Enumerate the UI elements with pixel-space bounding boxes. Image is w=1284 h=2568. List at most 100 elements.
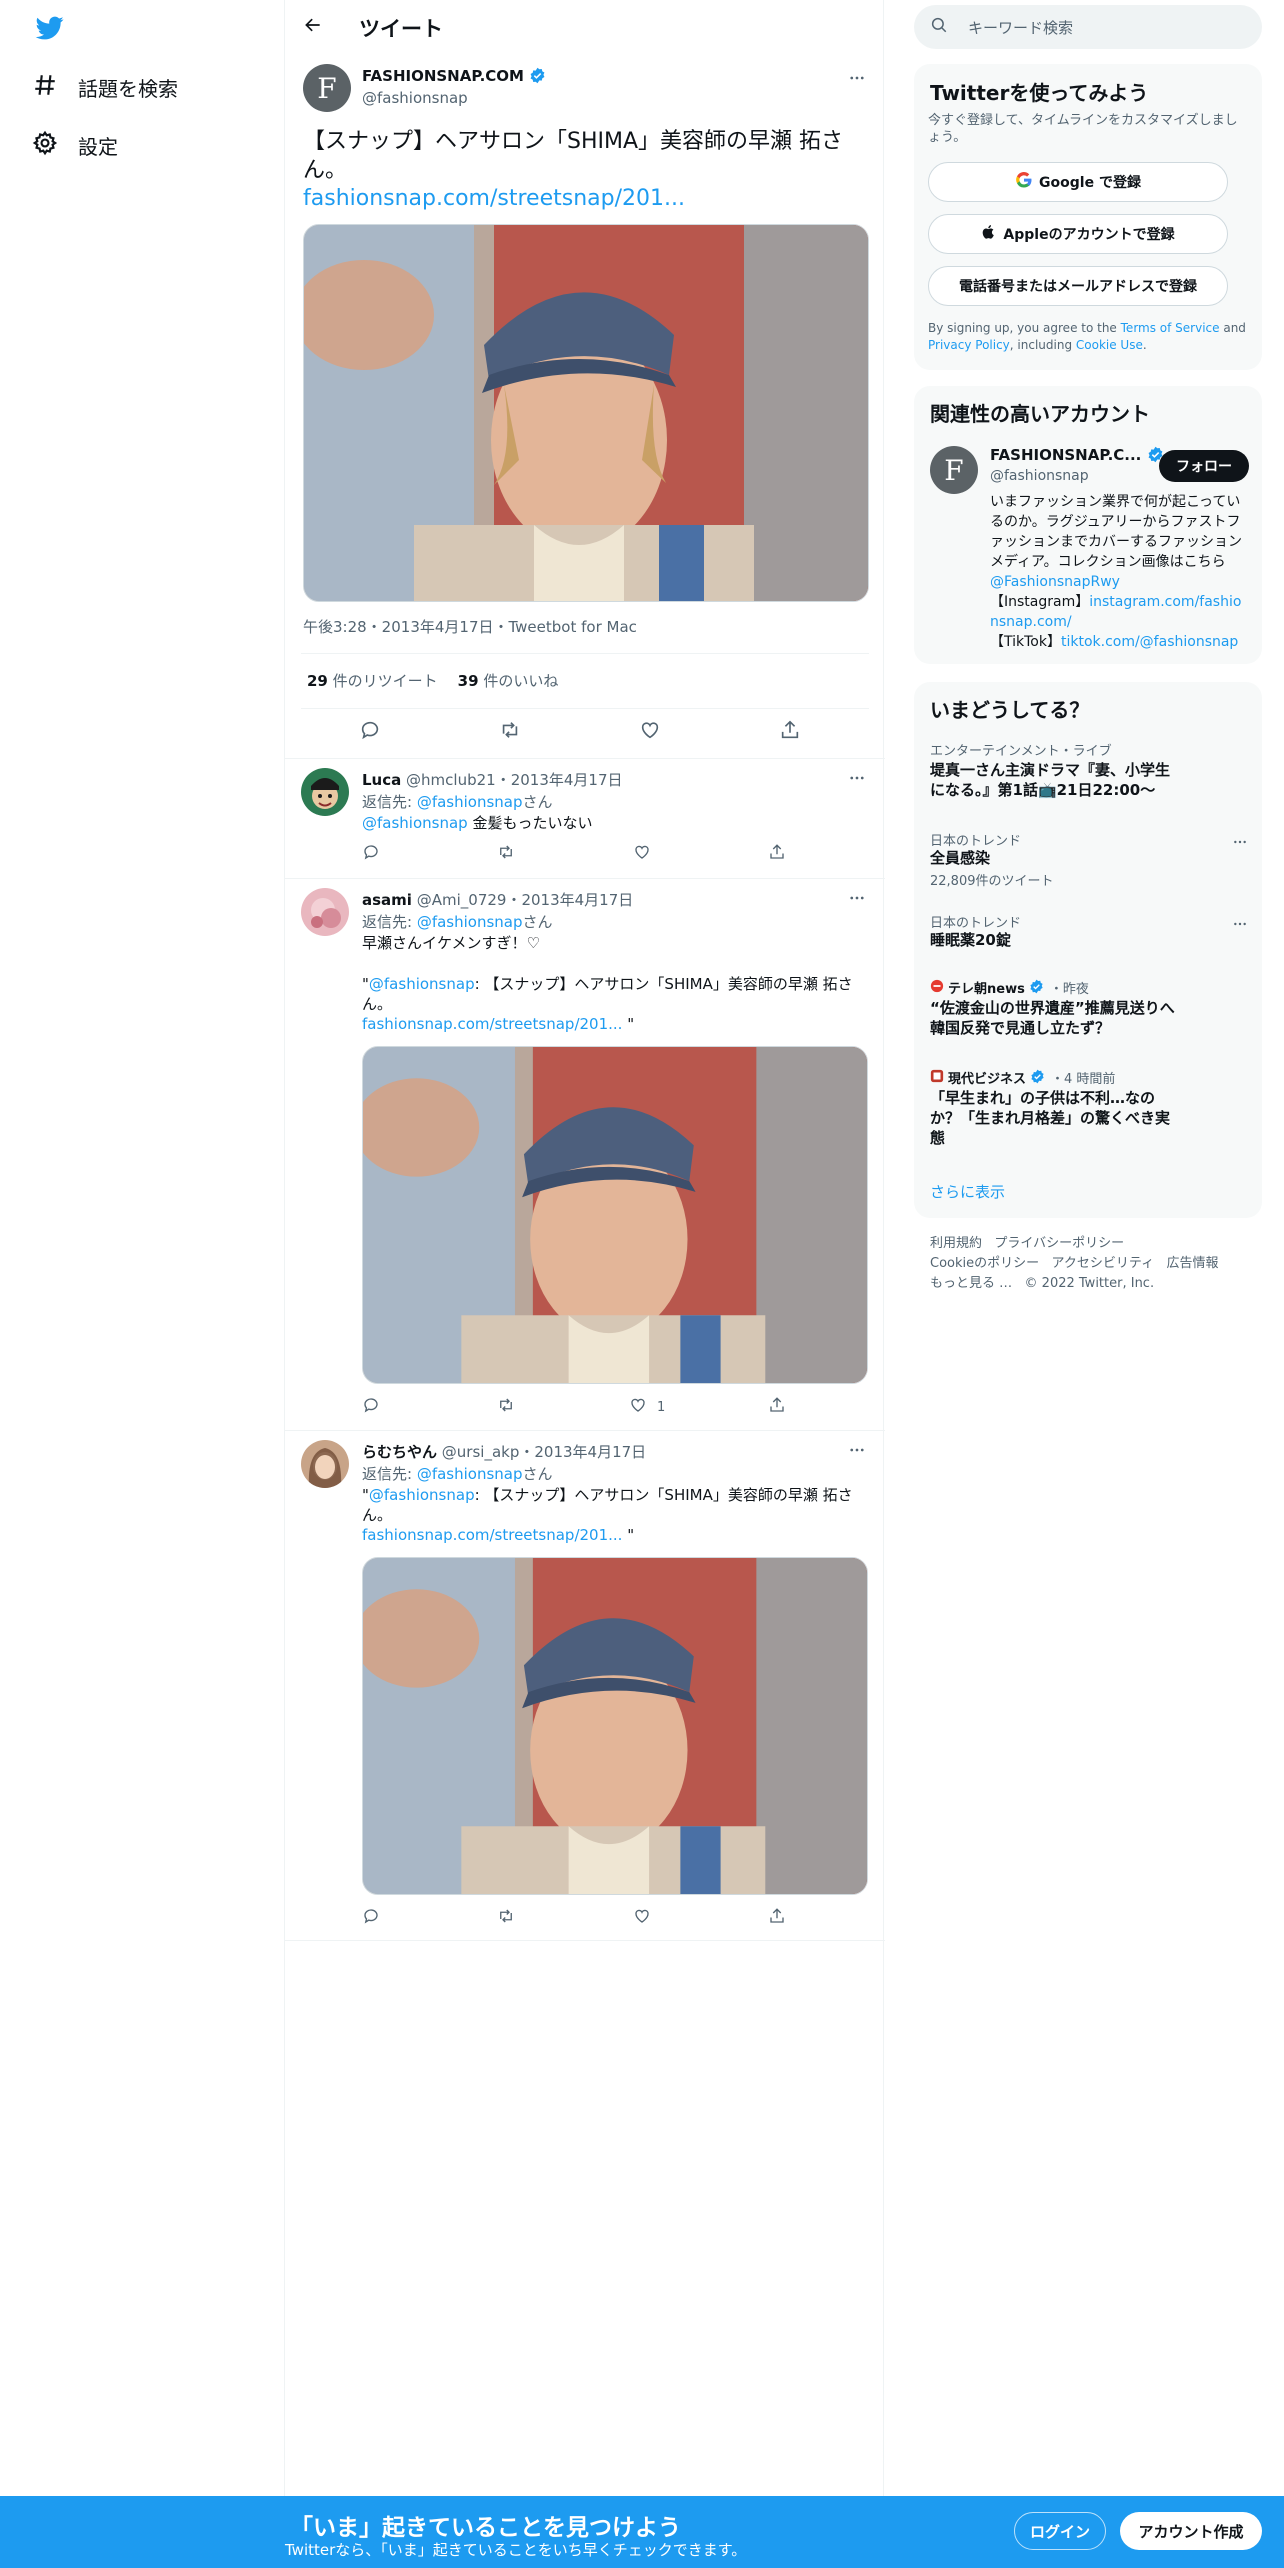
related-account-name-text: FASHIONSNAP.C... <box>990 446 1142 464</box>
news-headline: 「早生まれ」の子供は不利…なのか？「生まれ月格差」の驚くべき実態 <box>930 1089 1171 1147</box>
reply-button[interactable] <box>362 1396 380 1418</box>
tweet-photo[interactable] <box>303 224 869 602</box>
trend-name: 睡眠薬20錠 <box>930 931 1011 949</box>
twitter-logo-icon[interactable] <box>34 14 66 42</box>
mention-link[interactable]: @fashionsnap <box>362 814 468 832</box>
trend-item[interactable]: 日本のトレンド 睡眠薬20錠 <box>914 912 1262 956</box>
reply-photo[interactable] <box>362 1046 868 1384</box>
tweet-link[interactable]: fashionsnap.com/streetsnap/201... <box>303 184 685 213</box>
reply-suffix: さん <box>522 793 553 811</box>
reply-button[interactable] <box>362 843 380 865</box>
follow-button[interactable]: フォロー <box>1159 450 1249 482</box>
author-name[interactable]: FASHIONSNAP.COM <box>362 67 546 85</box>
hashtag-icon <box>32 72 58 103</box>
reply-author-name: らむちやん <box>362 1443 438 1461</box>
related-panel-title: 関連性の高いアカウント <box>930 402 1150 426</box>
share-button[interactable] <box>768 843 786 865</box>
trend-item[interactable]: 日本のトレンド 全員感染 22,809件のツイート <box>914 830 1262 894</box>
footer-more-link[interactable]: もっと見る … <box>930 1276 1012 1291</box>
avatar[interactable] <box>301 1440 349 1488</box>
avatar[interactable] <box>301 888 349 936</box>
bio-tiktok-label: 【TikTok】 <box>990 634 1061 650</box>
related-accounts-panel: 関連性の高いアカウント F FASHIONSNAP.C... @fashions… <box>914 386 1262 664</box>
like-stat[interactable]: 39 件のいいね <box>458 670 559 691</box>
show-more-link[interactable]: さらに表示 <box>930 1181 1005 1202</box>
reply-author[interactable]: らむちやん @ursi_akp・2013年4月17日 <box>362 1441 646 1462</box>
like-button[interactable] <box>633 843 651 865</box>
avatar[interactable]: F <box>303 64 351 112</box>
more-options-icon[interactable] <box>1228 912 1252 936</box>
nav-explore[interactable]: 話題を検索 <box>32 62 178 112</box>
tweet-timestamp[interactable]: 午後3:28・2013年4月17日・Tweetbot for Mac <box>303 616 637 637</box>
privacy-link[interactable]: Privacy Policy <box>928 338 1010 352</box>
reply-photo[interactable] <box>362 1557 868 1895</box>
replying-to: 返信先: @fashionsnapさん <box>362 1463 553 1484</box>
back-button[interactable] <box>299 13 327 41</box>
like-button[interactable] <box>639 719 661 745</box>
quote-link[interactable]: fashionsnap.com/streetsnap/201... <box>362 1015 622 1033</box>
tweet-detail-column: ツイート F FASHIONSNAP.COM @fashionsnap 【スナッ… <box>284 0 885 2496</box>
related-account-handle[interactable]: @fashionsnap <box>990 468 1089 484</box>
reply-button[interactable] <box>359 719 381 745</box>
mention-link[interactable]: @fashionsnap <box>369 1486 475 1504</box>
terms-including: , including <box>1009 338 1076 352</box>
verified-badge-icon <box>1029 979 1046 996</box>
footer-privacy-link[interactable]: プライバシーポリシー <box>994 1236 1124 1251</box>
reply-button[interactable] <box>362 1907 380 1929</box>
bio-mention-link[interactable]: @FashionsnapRwy <box>990 574 1120 590</box>
reply-to-link[interactable]: @fashionsnap <box>417 913 523 931</box>
bio-text: いまファッション業界で何が起こっているのか。ラグジュアリーからファストファッショ… <box>990 494 1242 570</box>
reply-to-link[interactable]: @fashionsnap <box>417 1465 523 1483</box>
more-options-icon[interactable] <box>845 66 869 90</box>
share-button[interactable] <box>768 1396 786 1418</box>
search-input[interactable]: キーワード検索 <box>914 5 1262 49</box>
reply-author[interactable]: asami @Ami_0729・2013年4月17日 <box>362 889 633 910</box>
trend-item[interactable]: エンターテインメント・ライブ 堤真一さん主演ドラマ『妻、小学生になる。』第1話📺… <box>914 740 1262 820</box>
reply-author[interactable]: Luca @hmclub21・2013年4月17日 <box>362 769 623 790</box>
more-options-icon[interactable] <box>845 886 869 910</box>
news-time: ・4 時間前 <box>1051 1072 1116 1087</box>
footer-terms-link[interactable]: 利用規約 <box>930 1236 982 1251</box>
retweet-button[interactable] <box>497 843 515 865</box>
avatar[interactable] <box>301 768 349 816</box>
news-item[interactable]: テレ朝news ・昨夜 “佐渡金山の世界遺産”推薦見送りへ 韓国反発で見通し立た… <box>914 978 1262 1042</box>
left-navigation: 話題を検索 設定 <box>0 0 284 2568</box>
search-placeholder: キーワード検索 <box>968 18 1074 37</box>
share-button[interactable] <box>768 1907 786 1929</box>
related-account-name[interactable]: FASHIONSNAP.C... <box>990 446 1164 464</box>
terms-link[interactable]: Terms of Service <box>1121 321 1220 335</box>
more-options-icon[interactable] <box>845 766 869 790</box>
more-options-icon[interactable] <box>845 1438 869 1462</box>
retweet-button[interactable] <box>497 1396 515 1418</box>
retweet-button[interactable] <box>499 719 521 745</box>
news-logo-icon <box>930 979 944 997</box>
reply-text: 早瀬さんイケメンすぎ！♡ <box>362 934 540 952</box>
create-account-button[interactable]: アカウント作成 <box>1120 2512 1262 2550</box>
share-button[interactable] <box>779 719 801 745</box>
gear-icon <box>32 130 58 161</box>
bio-tiktok-link[interactable]: tiktok.com/@fashionsnap <box>1061 634 1238 650</box>
reply-handle-date: @ursi_akp・2013年4月17日 <box>441 1443 647 1461</box>
nav-settings[interactable]: 設定 <box>32 120 118 170</box>
news-item[interactable]: 現代ビジネス ・4 時間前 「早生まれ」の子供は不利…なのか？「生まれ月格差」の… <box>914 1068 1262 1152</box>
apple-icon <box>981 224 997 244</box>
avatar[interactable]: F <box>930 446 978 494</box>
author-handle[interactable]: @fashionsnap <box>362 89 468 107</box>
apple-signup-button[interactable]: Appleのアカウントで登録 <box>928 214 1228 254</box>
google-signup-button[interactable]: Google で登録 <box>928 162 1228 202</box>
footer-ads-link[interactable]: 広告情報 <box>1167 1256 1219 1271</box>
like-button[interactable]: 1 <box>629 1396 665 1418</box>
reply-to-link[interactable]: @fashionsnap <box>417 793 523 811</box>
login-button[interactable]: ログイン <box>1014 2512 1106 2550</box>
divider <box>301 653 869 654</box>
retweet-button[interactable] <box>497 1907 515 1929</box>
footer-cookie-link[interactable]: Cookieのポリシー <box>930 1256 1039 1271</box>
phone-email-signup-button[interactable]: 電話番号またはメールアドレスで登録 <box>928 266 1228 306</box>
more-options-icon[interactable] <box>1228 830 1252 854</box>
cookie-link[interactable]: Cookie Use <box>1076 338 1143 352</box>
quote-link[interactable]: fashionsnap.com/streetsnap/201... <box>362 1526 622 1544</box>
retweet-stat[interactable]: 29 件のリツイート <box>307 670 438 691</box>
footer-accessibility-link[interactable]: アクセシビリティ <box>1052 1256 1155 1271</box>
like-button[interactable] <box>633 1907 651 1929</box>
mention-link[interactable]: @fashionsnap <box>369 975 475 993</box>
